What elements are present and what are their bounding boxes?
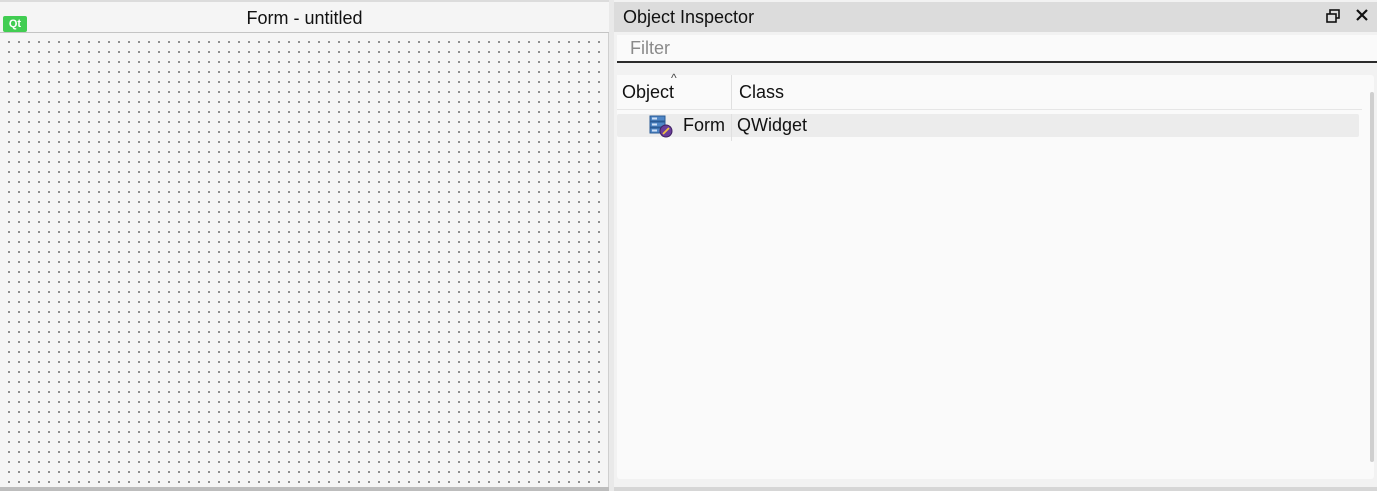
inspector-bottom-edge: [614, 487, 1377, 491]
filter-field: [617, 35, 1377, 63]
form-title: Form - untitled: [246, 8, 363, 28]
column-header-object-label: Object: [622, 82, 675, 102]
column-header-object[interactable]: ^ Object: [617, 71, 732, 109]
form-editor-window: Qt Form - untitled: [0, 0, 609, 491]
row-object-name: Form: [683, 115, 725, 135]
object-inspector-panel: Object Inspector ^ Object Class: [614, 0, 1377, 491]
row-class-name: QWidget: [737, 115, 808, 135]
vertical-scrollbar[interactable]: [1370, 92, 1374, 462]
tree-header: ^ Object Class: [617, 71, 1362, 110]
column-header-class[interactable]: Class: [739, 82, 784, 103]
tree-row[interactable]: Form QWidget: [617, 114, 1359, 141]
close-icon[interactable]: [1353, 8, 1371, 26]
filter-input[interactable]: [617, 35, 1377, 61]
object-inspector-titlebar[interactable]: Object Inspector: [614, 2, 1377, 32]
widget-form-icon: [649, 114, 673, 138]
form-bottom-edge: [0, 487, 609, 491]
column-divider: [731, 114, 732, 141]
float-restore-icon[interactable]: [1325, 9, 1341, 25]
form-canvas[interactable]: [0, 33, 608, 487]
object-inspector-title: Object Inspector: [623, 7, 755, 27]
object-tree: ^ Object Class Form QWidget: [617, 71, 1374, 479]
form-titlebar[interactable]: Qt Form - untitled: [0, 0, 609, 33]
